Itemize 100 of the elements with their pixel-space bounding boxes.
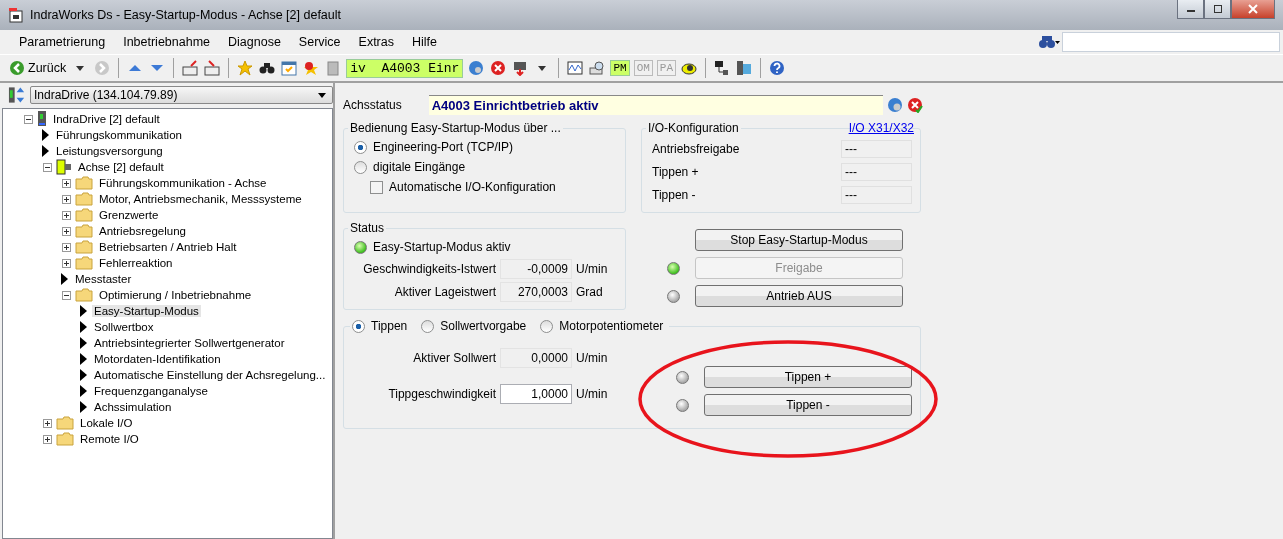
tree-item[interactable]: Fehlerreaktion [97, 257, 175, 269]
back-button[interactable]: Zurück [8, 60, 68, 76]
tree-item[interactable]: IndraDrive [2] default [51, 113, 162, 125]
folder-icon [75, 208, 93, 222]
tree-item[interactable]: Lokale I/O [78, 417, 135, 429]
star-icon[interactable] [236, 60, 255, 76]
mode-toggle[interactable]: PM [610, 60, 630, 76]
input-field[interactable]: 1,0000 [500, 383, 572, 404]
tree-item[interactable]: Grenzwerte [97, 209, 161, 221]
folder-icon [75, 240, 93, 254]
radio-button[interactable] [354, 160, 367, 174]
value-field: -0,0009 [500, 258, 572, 279]
upload-icon[interactable] [181, 60, 200, 76]
field-label: Geschwindigkeits-Istwert [362, 261, 496, 276]
expand-icon[interactable] [42, 418, 52, 428]
menu-item[interactable]: Inbetriebnahme [114, 35, 220, 49]
io-link[interactable]: I/O X31/X32 [848, 121, 914, 135]
unit-label: U/min [576, 350, 608, 365]
radio-label: digitale Eingänge [373, 160, 466, 174]
calendar-icon[interactable] [280, 60, 299, 76]
collapse-icon[interactable] [42, 162, 52, 172]
error-icon[interactable] [489, 60, 508, 76]
tree-item[interactable]: Remote I/O [78, 433, 141, 445]
tree-item[interactable]: Antriebsintegrierter Sollwertgenerator [92, 337, 287, 349]
field-label: Antriebsfreigabe [652, 141, 740, 156]
tree-item[interactable]: Führungskommunikation - Achse [97, 177, 269, 189]
radio-button[interactable] [352, 319, 365, 333]
search-field[interactable] [1062, 32, 1280, 52]
tree-item[interactable]: Sollwertbox [92, 321, 156, 333]
tree-item[interactable]: Betriebsarten / Antrieb Halt [97, 241, 239, 253]
field-label: Tippgeschwindigkeit [387, 386, 496, 401]
jog-button[interactable]: Tippen - [704, 394, 912, 416]
expand-icon[interactable] [61, 242, 71, 252]
oscilloscope-icon[interactable] [566, 60, 585, 76]
arrow-icon [78, 401, 88, 413]
minimize-button[interactable] [1177, 0, 1204, 19]
folder-icon [75, 192, 93, 206]
radio-button[interactable] [540, 319, 554, 333]
field-label: Aktiver Lageistwert [393, 284, 496, 299]
value-field: --- [841, 162, 912, 181]
collapse-icon[interactable] [61, 290, 71, 300]
tree-item[interactable]: Leistungsversorgung [54, 145, 165, 157]
menu-item[interactable]: Hilfe [403, 35, 446, 49]
axis-icon [56, 159, 72, 175]
magnifier-icon[interactable] [588, 60, 607, 76]
expand-icon[interactable] [61, 194, 71, 204]
folder-icon [75, 176, 93, 190]
tree-item[interactable]: Antriebsregelung [97, 225, 188, 237]
expand-icon[interactable] [61, 178, 71, 188]
group-title: Status [349, 221, 386, 235]
axis-status-field: A4003 Einrichtbetrieb aktiv [428, 95, 883, 115]
status-display: iv A4003 Einr [346, 58, 464, 78]
arrow-icon [78, 321, 88, 333]
download-icon[interactable] [203, 60, 222, 76]
action-button[interactable]: Stop Easy-Startup-Modus [695, 229, 903, 251]
find-button[interactable] [1038, 35, 1062, 49]
arrow-icon [78, 369, 88, 381]
tree-item[interactable]: Messtaster [73, 273, 134, 285]
collapse-icon[interactable] [23, 114, 33, 124]
unit-label: U/min [576, 386, 608, 401]
tree-item[interactable]: Automatische Einstellung der Achsregelung... [92, 369, 328, 381]
tree-item[interactable]: Motordaten-Identifikation [92, 353, 223, 365]
radio-button[interactable] [421, 319, 435, 333]
radio-button[interactable] [354, 140, 367, 154]
radio-label: Tippen [371, 319, 408, 333]
close-button[interactable] [1231, 0, 1275, 19]
jog-button[interactable]: Tippen + [704, 366, 912, 388]
folder-icon [75, 256, 93, 270]
menu-item[interactable]: Extras [349, 35, 403, 49]
value-field: --- [841, 185, 912, 204]
checkbox-label: Automatische I/O-Konfiguration [389, 180, 556, 194]
field-label: Achsstatus [343, 98, 402, 112]
caret-icon [318, 92, 326, 98]
menu-item[interactable]: Service [289, 35, 350, 49]
tree-item[interactable]: Achse [2] default [76, 161, 166, 173]
expand-icon[interactable] [42, 434, 52, 444]
close-icon [1248, 4, 1258, 14]
menu-item[interactable]: Parametrierung [10, 35, 115, 49]
tree-item[interactable]: Optimierung / Inbetriebnahme [97, 289, 254, 301]
binoculars-icon[interactable] [258, 60, 277, 76]
expand-icon[interactable] [61, 258, 71, 268]
drive-monitor-icon[interactable] [735, 60, 754, 76]
tree-item[interactable]: Easy-Startup-Modus [92, 305, 201, 317]
tree-item[interactable]: Führungskommunikation [54, 129, 184, 141]
device-dropdown[interactable]: IndraDrive (134.104.79.89) [30, 86, 333, 104]
action-button[interactable]: Antrieb AUS [695, 285, 903, 307]
menu-item[interactable]: Diagnose [219, 35, 290, 49]
error-icon [906, 97, 923, 113]
window-title: IndraWorks Ds - Easy-Startup-Modus - Achse [2] default [30, 8, 342, 22]
arrow-icon [78, 337, 88, 349]
folder-icon [56, 416, 74, 430]
checkbox[interactable] [370, 180, 383, 194]
tree-item[interactable]: Motor, Antriebsmechanik, Messsysteme [97, 193, 304, 205]
expand-icon[interactable] [61, 210, 71, 220]
tree-item[interactable]: Achssimulation [92, 401, 174, 413]
status-text: Easy-Startup-Modus aktiv [373, 240, 511, 254]
field-label: Tippen + [652, 164, 699, 179]
tree-item[interactable]: Frequenzganganalyse [92, 385, 210, 397]
expand-icon[interactable] [61, 226, 71, 236]
maximize-button[interactable] [1204, 0, 1231, 19]
